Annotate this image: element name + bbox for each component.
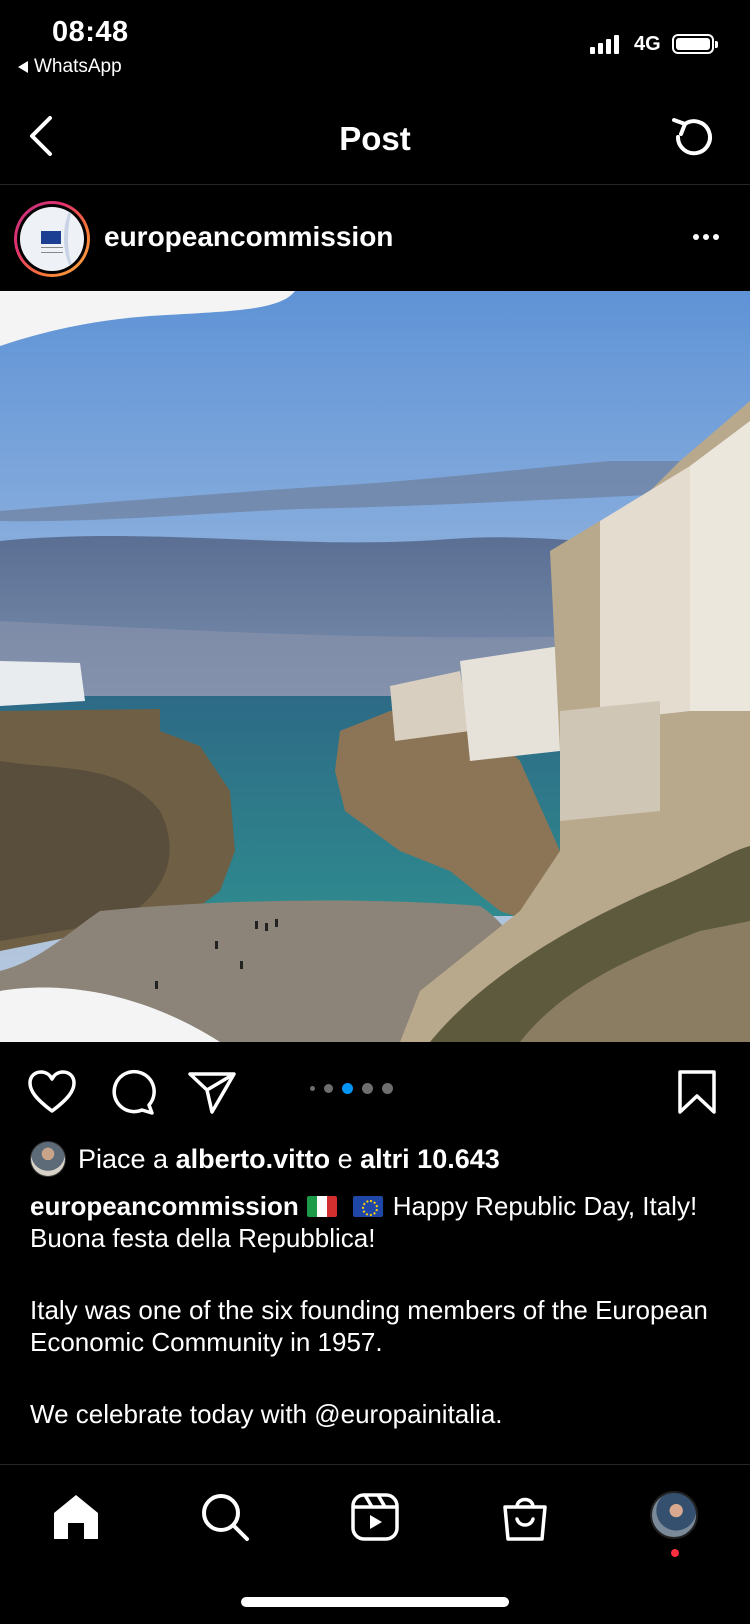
account-avatar[interactable] [14, 201, 90, 277]
reels-icon[interactable] [347, 1489, 403, 1545]
caption-username[interactable]: europeancommission [30, 1191, 299, 1221]
post-image[interactable] [0, 291, 750, 1042]
coastal-cove-image [0, 291, 750, 1042]
back-to-app-link[interactable]: WhatsApp [18, 56, 122, 78]
shop-bag-icon[interactable] [497, 1489, 553, 1545]
comment-icon[interactable] [106, 1068, 158, 1116]
back-triangle-icon [18, 61, 28, 73]
network-type: 4G [634, 33, 661, 55]
post-caption: europeancommission Happy Republic Day, It… [30, 1190, 720, 1470]
home-icon[interactable] [48, 1489, 104, 1545]
top-nav: Post [0, 90, 750, 185]
bottom-tab-bar [0, 1464, 750, 1624]
refresh-icon[interactable] [668, 112, 718, 162]
page-title: Post [339, 120, 411, 157]
post-username[interactable]: europeancommission [104, 221, 393, 253]
like-heart-icon[interactable] [26, 1068, 78, 1116]
profile-avatar[interactable] [650, 1491, 698, 1539]
likes-count: altri 10.643 [360, 1143, 500, 1174]
share-send-icon[interactable] [186, 1068, 238, 1116]
signal-icon [590, 34, 619, 54]
italy-flag-icon [306, 1196, 337, 1217]
likes-text: Piace a alberto.vitto e altri 10.643 [78, 1143, 500, 1174]
carousel-indicator [310, 1083, 393, 1094]
more-options-icon[interactable] [688, 225, 724, 249]
status-time: 08:48 [52, 16, 129, 48]
status-bar: 08:48 WhatsApp 4G [0, 0, 750, 90]
liker-username: alberto.vitto [175, 1143, 331, 1174]
battery-icon [672, 34, 718, 54]
likes-summary[interactable]: Piace a alberto.vitto e altri 10.643 [30, 1140, 500, 1178]
post-header: europeancommission [0, 185, 750, 291]
search-icon[interactable] [197, 1489, 253, 1545]
eu-logo-icon [20, 207, 84, 271]
back-app-label: WhatsApp [34, 56, 122, 77]
eu-flag-icon [352, 1196, 383, 1217]
save-bookmark-icon[interactable] [674, 1068, 720, 1116]
home-indicator[interactable] [241, 1597, 509, 1607]
caption-line-2: Italy was one of the six founding member… [30, 1295, 708, 1357]
liker-avatar [30, 1141, 66, 1177]
notification-dot [671, 1549, 679, 1557]
caption-line-3: We celebrate today with @europainitalia. [30, 1399, 503, 1429]
